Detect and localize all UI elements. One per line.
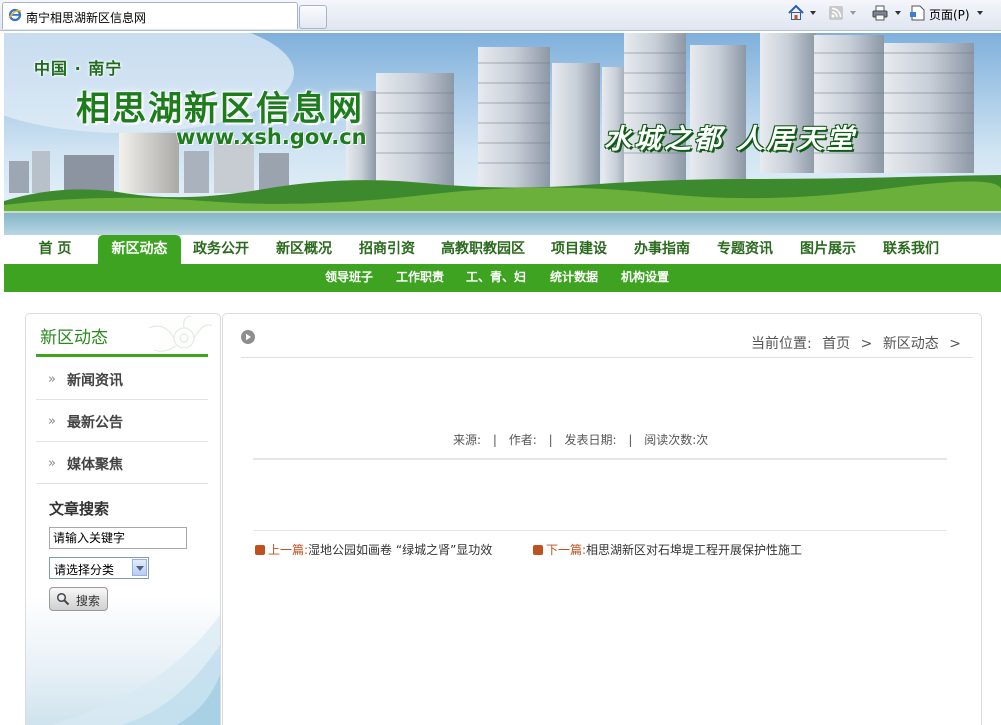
meta-source: 来源:	[453, 433, 482, 447]
nav-item-education-park[interactable]: 高教职教园区	[435, 235, 531, 264]
nav-item-news[interactable]: 新区动态	[98, 235, 181, 264]
sidebar-heading-underline	[36, 354, 208, 357]
browser-toolbar: 南宁相思湖新区信息网 页面(P)	[0, 0, 1001, 31]
double-arrow-icon: »	[48, 414, 56, 429]
nav-item-projects[interactable]: 项目建设	[545, 235, 613, 264]
article-panel: 当前位置: 首页 > 新区动态 > 来源: | 作者: | 发表日期: | 阅读…	[222, 313, 982, 725]
breadcrumb-home-link[interactable]: 首页	[822, 336, 850, 352]
meta-separator: |	[628, 433, 633, 447]
new-tab-button[interactable]	[299, 5, 327, 29]
nav-item-contact[interactable]: 联系我们	[877, 235, 945, 264]
meta-date: 发表日期:	[564, 433, 617, 447]
browser-tab-title: 南宁相思湖新区信息网	[26, 11, 147, 25]
prev-arrow-icon	[255, 545, 265, 555]
print-dropdown-caret[interactable]	[895, 11, 901, 15]
next-arrow-icon	[533, 545, 543, 555]
site-url: www.xsh.gov.cn	[176, 125, 367, 149]
sidebar-item-label: 新闻资讯	[67, 373, 123, 389]
main-nav: 首 页 新区动态 政务公开 新区概况 招商引资 高教职教园区 项目建设 办事指南…	[4, 235, 1001, 264]
nav-item-overview[interactable]: 新区概况	[270, 235, 338, 264]
sidebar: 新区动态 » 新闻资讯 » 最新公告 » 媒体聚焦 文章搜索 请选择分类 搜索	[25, 313, 221, 725]
nav-item-investment[interactable]: 招商引资	[353, 235, 421, 264]
meta-views: 阅读次数:次	[644, 433, 709, 447]
nav-item-gallery[interactable]: 图片展示	[794, 235, 862, 264]
search-title: 文章搜索	[49, 500, 110, 518]
category-select[interactable]: 请选择分类	[49, 557, 149, 579]
article-meta: 来源: | 作者: | 发表日期: | 阅读次数:次	[453, 431, 716, 448]
breadcrumb-separator: >	[949, 336, 961, 352]
search-button-label: 搜索	[76, 594, 101, 608]
wave-decoration-icon	[26, 615, 220, 725]
print-icon[interactable]	[871, 4, 889, 22]
nav-item-topics[interactable]: 专题资讯	[711, 235, 779, 264]
sub-nav: 领导班子 工作职责 工、青、妇 统计数据 机构设置	[4, 264, 1001, 292]
sidebar-item-media[interactable]: » 媒体聚焦	[36, 442, 208, 484]
nav-item-government[interactable]: 政务公开	[187, 235, 255, 264]
rss-feed-icon[interactable]	[827, 4, 845, 22]
subnav-item-leadership[interactable]: 领导班子	[325, 264, 373, 292]
prev-label: 上一篇:	[268, 543, 309, 557]
flower-decoration-icon	[148, 316, 213, 352]
banner-subtitle: 中国 · 南宁	[34, 59, 123, 78]
breadcrumb: 当前位置: 首页 > 新区动态 >	[745, 333, 961, 353]
subnav-item-unions[interactable]: 工、青、妇	[466, 264, 526, 292]
play-circle-icon	[241, 330, 255, 344]
meta-divider	[253, 458, 947, 460]
banner-slogan: 水城之都 人居天堂	[604, 124, 857, 155]
subnav-item-statistics[interactable]: 统计数据	[550, 264, 598, 292]
ie-icon	[8, 8, 22, 22]
next-label: 下一篇:	[546, 543, 587, 557]
next-article-link[interactable]: 下一篇:相思湖新区对石埠堤工程开展保护性施工	[533, 541, 802, 558]
next-title[interactable]: 相思湖新区对石埠堤工程开展保护性施工	[586, 543, 802, 557]
sidebar-item-label: 媒体聚焦	[67, 457, 123, 473]
nav-item-home[interactable]: 首 页	[24, 235, 86, 264]
sidebar-heading: 新区动态	[40, 328, 108, 348]
breadcrumb-news-link[interactable]: 新区动态	[883, 336, 939, 352]
home-dropdown-caret[interactable]	[810, 11, 816, 15]
prev-article-link[interactable]: 上一篇:湿地公园如画卷 “绿城之肾”显功效	[255, 541, 492, 558]
home-icon[interactable]	[787, 4, 805, 22]
search-button[interactable]: 搜索	[49, 587, 108, 611]
sidebar-item-announcements[interactable]: » 最新公告	[36, 400, 208, 442]
search-icon	[56, 592, 70, 606]
nav-item-services[interactable]: 办事指南	[628, 235, 696, 264]
meta-author: 作者:	[508, 433, 537, 447]
sidebar-item-label: 最新公告	[67, 415, 123, 431]
search-input[interactable]	[49, 527, 187, 549]
feed-dropdown-caret[interactable]	[850, 11, 856, 15]
double-arrow-icon: »	[48, 372, 56, 387]
breadcrumb-divider	[241, 357, 973, 358]
subnav-item-duties[interactable]: 工作职责	[396, 264, 444, 292]
article-end-divider	[253, 530, 947, 531]
page-menu-label[interactable]: 页面(P)	[929, 6, 970, 23]
page-icon[interactable]	[909, 4, 927, 22]
prev-title[interactable]: 湿地公园如画卷 “绿城之肾”显功效	[308, 543, 492, 557]
double-arrow-icon: »	[48, 456, 56, 471]
site-title: 相思湖新区信息网	[76, 89, 364, 129]
page-menu-caret[interactable]	[977, 11, 983, 15]
breadcrumb-separator: >	[860, 336, 873, 352]
subnav-item-organization[interactable]: 机构设置	[621, 264, 669, 292]
chevron-down-icon[interactable]	[132, 559, 147, 576]
category-select-value: 请选择分类	[54, 563, 115, 577]
site-banner: 中国 · 南宁 相思湖新区信息网 www.xsh.gov.cn 水城之都 人居天…	[4, 33, 1001, 235]
meta-separator: |	[492, 433, 497, 447]
meta-separator: |	[548, 433, 553, 447]
browser-tab[interactable]: 南宁相思湖新区信息网	[2, 2, 298, 29]
breadcrumb-label: 当前位置:	[751, 336, 812, 352]
sidebar-item-news[interactable]: » 新闻资讯	[36, 358, 208, 400]
